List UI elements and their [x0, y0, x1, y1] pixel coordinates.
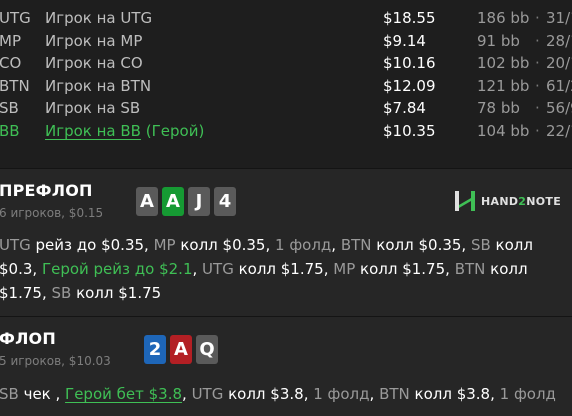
action-player: 1 фолд — [313, 385, 370, 403]
action-text: , — [331, 236, 341, 254]
action-text: , — [182, 385, 192, 403]
player-name-text[interactable]: Игрок на SB — [45, 97, 140, 119]
player-row: BTN Игрок на BTN $12.09 121 bb · 61/29 — [0, 75, 572, 97]
player-stack-bb: 121 bb — [477, 76, 530, 95]
player-name-text[interactable]: Игрок на UTG — [45, 7, 152, 29]
player-name-text[interactable]: Игрок на CO — [45, 52, 143, 74]
player-stats: 28/16 — [546, 31, 572, 50]
playing-card: J — [188, 187, 210, 216]
hand2note-logo: HAND2NOTE — [454, 189, 561, 213]
player-position: CO — [0, 54, 22, 73]
player-stack: $10.35 — [383, 122, 436, 140]
player-position: BTN — [0, 76, 30, 95]
action-player: SB — [51, 284, 72, 302]
player-stack: $7.84 — [383, 99, 426, 118]
hero-tag: (Герой) — [145, 122, 205, 140]
playing-card: 4 — [214, 187, 236, 216]
action-text: колл $1.75, — [233, 260, 334, 278]
player-stats: 31/18 — [546, 9, 572, 27]
stat-separator: · — [535, 76, 540, 95]
action-player: SB — [470, 236, 491, 254]
preflop-hole-cards: AAJ4 — [136, 187, 236, 216]
player-stack: $10.16 — [383, 54, 436, 73]
action-text: чек , — [18, 385, 66, 403]
player-stats: 61/29 — [546, 76, 572, 95]
flop-title: ФЛОП — [0, 329, 56, 348]
player-stack-bb: 78 bb — [477, 99, 520, 118]
action-text: колл $0.35, — [371, 236, 471, 254]
action-player: UTG — [0, 236, 31, 254]
player-name-text[interactable]: Игрок на MP — [45, 30, 142, 52]
action-text: , — [369, 385, 380, 403]
action-player: 1 фолд — [275, 236, 332, 254]
action-text: колл $3.8, — [223, 385, 314, 403]
preflop-title: ПРЕФЛОП — [0, 181, 93, 200]
action-text: колл $3.8, — [409, 385, 500, 403]
playing-card: A — [170, 335, 192, 364]
playing-card: 2 — [144, 335, 166, 364]
action-player: UTG — [191, 385, 224, 403]
stat-separator: · — [535, 54, 540, 73]
flop-board-cards: 2AQ — [144, 335, 218, 364]
player-stats: 56/9 — [546, 99, 572, 118]
playing-card: A — [136, 187, 158, 216]
player-stats: 20/12 — [546, 54, 572, 73]
flop-section: ФЛОП 5 игроков, $10.03 2AQ SB чек , Геро… — [0, 316, 572, 416]
player-name-text[interactable]: Игрок на BB — [45, 122, 141, 140]
action-player: MP — [153, 236, 176, 254]
stat-separator: · — [535, 31, 540, 50]
preflop-subtitle: 6 игроков, $0.15 — [0, 206, 104, 220]
player-stack-bb: 102 bb — [477, 54, 530, 73]
player-stack-bb: 91 bb — [477, 31, 520, 50]
stat-separator: · — [535, 122, 540, 140]
flop-subtitle: 5 игроков, $10.03 — [0, 354, 111, 368]
player-name[interactable]: Игрок на BB (Герой) — [45, 120, 204, 142]
flop-actions: SB чек , Герой бет $3.8, UTG колл $3.8, … — [0, 382, 559, 406]
action-player: 1 фолд — [499, 385, 556, 403]
player-row: CO Игрок на CO $10.16 102 bb · 20/12 — [0, 52, 572, 74]
preflop-section: ПРЕФЛОП 6 игроков, $0.15 AAJ4 HAND2NOTE … — [0, 168, 572, 317]
stat-separator: · — [535, 99, 540, 118]
action-player: BTN — [454, 260, 486, 278]
player-stats: 22/15 — [546, 122, 572, 140]
hero-action: Герой рейз до $2.1 — [41, 260, 193, 278]
action-player: SB — [0, 385, 19, 403]
stat-separator: · — [535, 9, 540, 27]
preflop-actions: UTG рейз до $0.35, MP колл $0.35, 1 фолд… — [0, 233, 559, 305]
player-row: MP Игрок на MP $9.14 91 bb · 28/16 — [0, 30, 572, 52]
action-player: UTG — [202, 260, 234, 278]
player-row: BB Игрок на BB (Герой) $10.35 104 bb · 22/15 — [0, 120, 572, 142]
hand2note-logo-text: HAND2NOTE — [481, 194, 562, 208]
action-text: колл $0.35, — [175, 236, 276, 254]
player-stack: $18.55 — [383, 9, 436, 27]
player-position: MP — [0, 31, 21, 50]
action-text: , — [192, 260, 203, 278]
player-stack: $9.14 — [383, 31, 426, 50]
hero-action: Герой бет $3.8 — [65, 385, 183, 403]
player-position: BB — [0, 122, 20, 140]
action-player: MP — [333, 260, 356, 278]
player-name-text[interactable]: Игрок на BTN — [45, 75, 151, 97]
hand2note-logo-icon — [455, 191, 475, 211]
action-text: рейз до $0.35, — [30, 236, 154, 254]
player-position: UTG — [0, 9, 31, 27]
player-stack-bb: 186 bb — [477, 9, 530, 27]
player-row: SB Игрок на SB $7.84 78 bb · 56/9 — [0, 97, 572, 119]
action-text: колл $1.75 — [71, 284, 162, 302]
playing-card: Q — [196, 335, 218, 364]
player-stack: $12.09 — [383, 76, 436, 95]
action-player: BTN — [340, 236, 372, 254]
action-player: BTN — [379, 385, 410, 403]
player-stack-bb: 104 bb — [477, 122, 530, 140]
player-position: SB — [0, 99, 19, 118]
players-table: UTG Игрок на UTG $18.55 186 bb · 31/18 MP Игрок… — [0, 0, 572, 168]
player-row: UTG Игрок на UTG $18.55 186 bb · 31/18 — [0, 7, 572, 29]
playing-card: A — [162, 187, 184, 216]
action-text: колл $1.75, — [355, 260, 455, 278]
